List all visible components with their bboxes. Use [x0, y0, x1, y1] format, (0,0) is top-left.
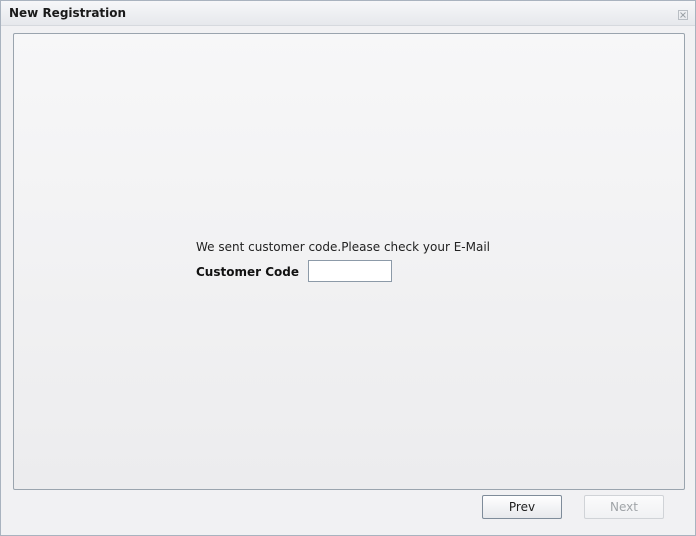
prev-button[interactable]: Prev: [482, 495, 562, 519]
email-sent-message: We sent customer code.Please check your …: [196, 240, 490, 254]
close-icon[interactable]: [677, 6, 689, 20]
window-title: New Registration: [9, 6, 127, 20]
customer-code-label: Customer Code: [196, 265, 299, 279]
customer-code-input[interactable]: [308, 260, 392, 282]
registration-dialog: New Registration We sent customer code.P…: [0, 0, 696, 536]
title-bar: New Registration: [1, 1, 695, 26]
content-panel: We sent customer code.Please check your …: [13, 33, 685, 490]
next-button[interactable]: Next: [584, 495, 664, 519]
